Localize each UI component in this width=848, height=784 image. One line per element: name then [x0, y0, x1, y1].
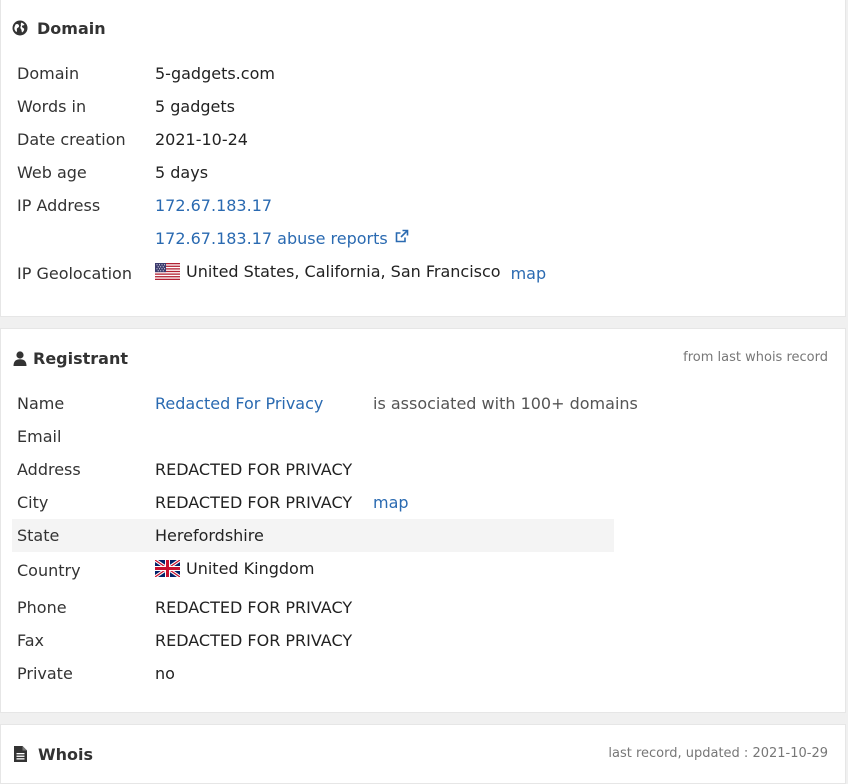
- ip-address-link[interactable]: 172.67.183.17: [155, 196, 272, 215]
- phone-label: Phone: [17, 598, 67, 617]
- domain-value: 5-gadgets.com: [155, 64, 275, 83]
- web-age-value: 5 days: [155, 163, 209, 182]
- email-label: Email: [17, 427, 62, 446]
- fax-label: Fax: [17, 631, 45, 650]
- ip-address-label: IP Address: [17, 196, 101, 215]
- registrant-name-row: Name Redacted For Privacy is associated …: [12, 387, 638, 420]
- ip-geolocation-value: United States, California, San Francisco: [186, 262, 501, 281]
- abuse-reports-row: 172.67.183.17 abuse reports: [12, 222, 614, 255]
- domain-row: Domain 5-gadgets.com: [12, 57, 614, 90]
- user-icon: [12, 350, 28, 366]
- globe-icon: [12, 20, 28, 36]
- address-value: REDACTED FOR PRIVACY: [155, 460, 353, 479]
- registrant-fax-row: Fax REDACTED FOR PRIVACY: [12, 624, 614, 657]
- registrant-city-row: City REDACTED FOR PRIVACY map: [12, 486, 614, 519]
- whois-panel-header: Whois: [12, 742, 93, 766]
- registrant-phone-row: Phone REDACTED FOR PRIVACY: [12, 591, 614, 624]
- web-age-label: Web age: [17, 163, 87, 182]
- date-creation-row: Date creation 2021-10-24: [12, 123, 614, 156]
- city-value: REDACTED FOR PRIVACY: [155, 493, 353, 512]
- external-link-icon[interactable]: [394, 229, 409, 248]
- date-creation-value: 2021-10-24: [155, 130, 248, 149]
- registrant-address-row: Address REDACTED FOR PRIVACY: [12, 453, 614, 486]
- words-label: Words in: [17, 97, 87, 116]
- uk-flag-icon: [154, 558, 181, 579]
- registrant-name-link[interactable]: Redacted For Privacy: [155, 394, 323, 413]
- ip-address-row: IP Address 172.67.183.17: [12, 189, 614, 222]
- registrant-private-row: Private no: [12, 657, 614, 690]
- country-label: Country: [17, 561, 81, 580]
- phone-value: REDACTED FOR PRIVACY: [155, 598, 353, 617]
- whois-panel: Whois last record, updated : 2021-10-29: [0, 724, 846, 784]
- private-value: no: [155, 664, 175, 683]
- us-flag-icon: [155, 263, 180, 280]
- web-age-row: Web age 5 days: [12, 156, 614, 189]
- associated-domains-note: is associated with 100+ domains: [373, 394, 638, 413]
- registrant-source-note: from last whois record: [683, 350, 828, 365]
- state-value: Herefordshire: [155, 526, 264, 545]
- name-label: Name: [17, 394, 65, 413]
- domain-panel: Domain Domain 5-gadgets.com Words in 5 g…: [0, 0, 846, 317]
- city-map-link[interactable]: map: [373, 493, 409, 512]
- domain-label: Domain: [17, 64, 80, 83]
- registrant-state-row: State Herefordshire: [12, 519, 614, 552]
- registrant-country-row: Country United Kingdom: [12, 554, 614, 587]
- state-label: State: [17, 526, 60, 545]
- city-label: City: [17, 493, 49, 512]
- domain-panel-title: Domain: [37, 18, 106, 38]
- registrant-panel-header: Registrant: [12, 346, 128, 370]
- whois-last-updated: last record, updated : 2021-10-29: [608, 746, 828, 761]
- registrant-email-row: Email: [12, 420, 614, 453]
- abuse-reports-link[interactable]: 172.67.183.17 abuse reports: [155, 229, 388, 248]
- ip-geolocation-label: IP Geolocation: [17, 264, 132, 283]
- words-row: Words in 5 gadgets: [12, 90, 614, 123]
- date-creation-label: Date creation: [17, 130, 126, 149]
- fax-value: REDACTED FOR PRIVACY: [155, 631, 353, 650]
- ip-geolocation-row: IP Geolocation United States, California…: [12, 257, 614, 290]
- country-value: United Kingdom: [186, 559, 315, 578]
- words-value: 5 gadgets: [155, 97, 235, 116]
- address-label: Address: [17, 460, 81, 479]
- registrant-panel: Registrant from last whois record Name R…: [0, 328, 846, 713]
- registrant-panel-title: Registrant: [33, 348, 129, 368]
- private-label: Private: [17, 664, 73, 683]
- whois-panel-title: Whois: [38, 744, 94, 764]
- ip-geolocation-map-link[interactable]: map: [511, 264, 547, 283]
- document-icon: [12, 746, 28, 762]
- domain-panel-header: Domain: [12, 16, 106, 40]
